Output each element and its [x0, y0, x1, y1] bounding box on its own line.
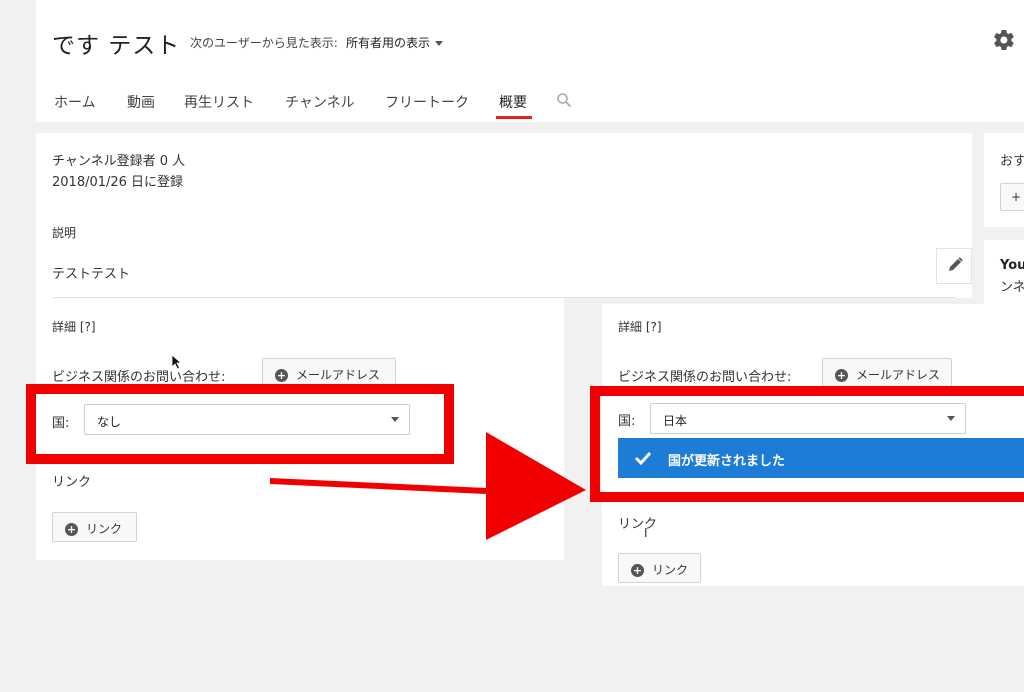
sidebar-card — [984, 133, 1024, 227]
business-inquiry-label: ビジネス関係のお問い合わせ: — [618, 370, 792, 385]
tab-home[interactable]: ホーム — [54, 92, 96, 112]
cursor-icon — [171, 354, 183, 374]
sidebar-card-title: おす — [1000, 154, 1024, 169]
add-link-button[interactable]: + リンク — [618, 553, 701, 583]
joined-date: 2018/01/26 日に登録 — [52, 175, 184, 190]
description-label: 説明 — [52, 226, 77, 240]
links-label: リンク — [52, 475, 92, 490]
sidebar-add-button[interactable]: + — [1000, 183, 1024, 211]
plus-circle-icon: + — [275, 369, 288, 382]
tab-channels[interactable]: チャンネル — [285, 92, 355, 112]
pencil-icon — [949, 257, 963, 271]
view-as-dropdown[interactable]: 所有者用の表示 — [346, 34, 444, 51]
search-icon[interactable] — [556, 92, 572, 108]
chevron-down-icon — [435, 41, 444, 46]
tab-discussion[interactable]: フリートーク — [385, 92, 469, 112]
email-address-button[interactable]: + メールアドレス — [822, 358, 952, 388]
view-as-value: 所有者用の表示 — [346, 36, 431, 50]
sidebar-card-2-title: You — [1000, 258, 1024, 273]
plus-circle-icon: + — [835, 369, 848, 382]
business-inquiry-label: ビジネス関係のお問い合わせ: — [52, 370, 226, 385]
description-text: テストテスト — [52, 267, 131, 282]
subscriber-count: チャンネル登録者 0 人 — [52, 154, 186, 169]
add-link-button[interactable]: + リンク — [52, 512, 137, 542]
text-cursor-icon: I — [644, 526, 648, 540]
view-as-label: 次のユーザーから見た表示: — [190, 36, 338, 50]
plus-circle-icon: + — [65, 523, 78, 536]
plus-circle-icon: + — [631, 564, 644, 577]
tab-videos[interactable]: 動画 — [127, 92, 155, 112]
links-label: リンク — [618, 517, 658, 532]
gear-icon[interactable] — [992, 28, 1016, 52]
edit-description-button[interactable] — [936, 248, 972, 284]
details-label[interactable]: 詳細 [?] — [52, 318, 96, 335]
highlight-box-after — [590, 386, 1024, 502]
tab-playlists[interactable]: 再生リスト — [184, 92, 254, 112]
tab-about[interactable]: 概要 — [499, 92, 527, 112]
arrow-icon — [270, 432, 586, 540]
channel-title: です テスト — [52, 33, 181, 59]
details-label[interactable]: 詳細 [?] — [618, 318, 662, 335]
sidebar-card-2-subtitle: ンネ — [1000, 280, 1024, 295]
active-tab-indicator — [496, 116, 532, 119]
